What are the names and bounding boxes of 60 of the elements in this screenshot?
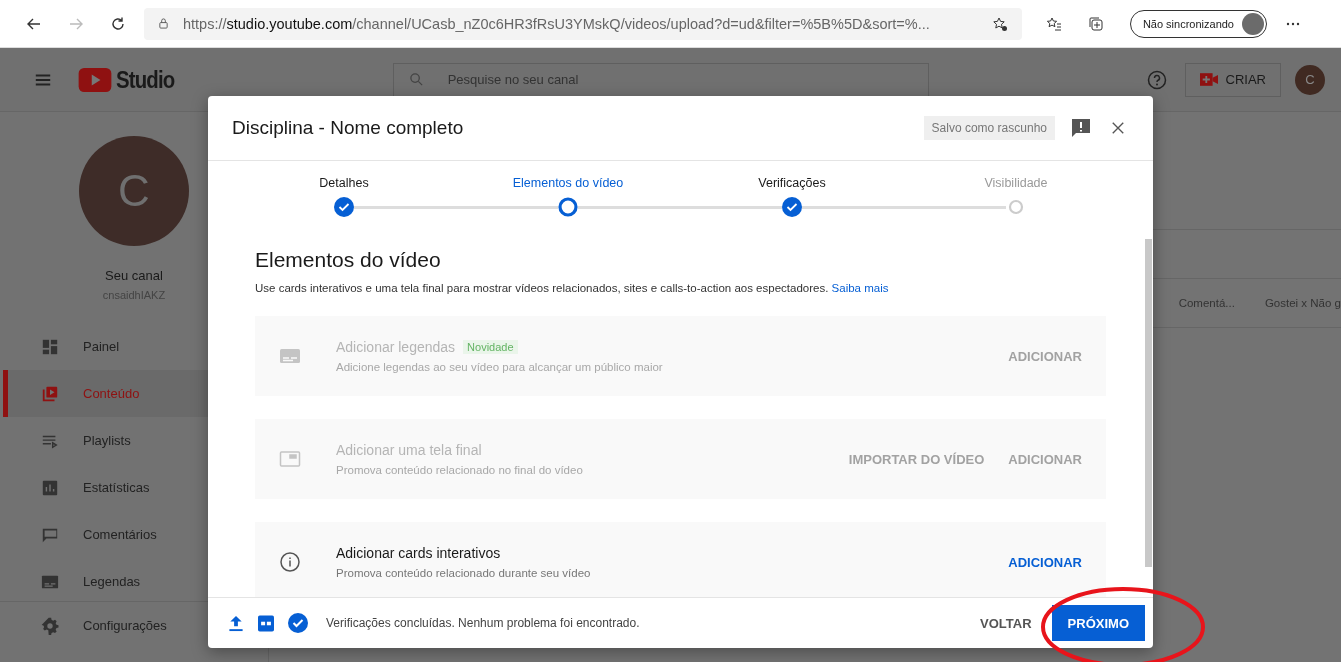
column-header[interactable]: Comentá... bbox=[1178, 297, 1235, 309]
card-subtitle: Adicione legendas ao seu vídeo para alcançar um público maior bbox=[336, 361, 664, 373]
sidebar-item[interactable]: Legendas bbox=[3, 558, 268, 605]
scrollbar-thumb[interactable] bbox=[1145, 239, 1152, 567]
info-icon bbox=[279, 551, 301, 573]
close-icon[interactable] bbox=[1111, 121, 1125, 135]
column-header[interactable]: Gostei x Não g bbox=[1264, 297, 1341, 309]
step-tab[interactable]: Detalhes bbox=[232, 176, 456, 217]
sidebar-item[interactable]: Playlists bbox=[3, 417, 268, 464]
avatar-icon bbox=[1242, 12, 1264, 35]
dashboard-icon bbox=[41, 337, 59, 356]
settings-icon bbox=[41, 616, 59, 635]
collections-icon[interactable] bbox=[1087, 15, 1104, 32]
circle-icon bbox=[558, 197, 578, 217]
learn-more-link[interactable]: Saiba mais bbox=[831, 282, 889, 294]
new-badge: Novidade bbox=[463, 340, 518, 354]
card-title: Adicionar legendas bbox=[336, 339, 456, 355]
section-description: Use cards interativos e uma tela final para mostrar vídeos relacionados, sites e calls-to-action aos espectadores. bbox=[255, 282, 829, 294]
sidebar-item[interactable]: Estatísticas bbox=[3, 464, 268, 511]
step-tab[interactable]: Verificações bbox=[680, 176, 904, 217]
checks-status-text: Verificações concluídas. Nenhum problema foi encontrado. bbox=[326, 616, 640, 630]
next-button[interactable]: PRÓXIMO bbox=[1051, 605, 1145, 641]
studio-logo-text: Studio bbox=[116, 65, 175, 94]
camera-plus-icon bbox=[1199, 73, 1218, 86]
back-button[interactable]: VOLTAR bbox=[974, 614, 1038, 632]
hd-icon bbox=[258, 614, 274, 632]
create-button[interactable]: CRIAR bbox=[1184, 62, 1281, 97]
check-circle-icon bbox=[334, 197, 354, 217]
card-subtitle: Promova conteúdo relacionado durante seu vídeo bbox=[336, 567, 592, 579]
upload-icon bbox=[228, 614, 244, 632]
favorites-icon[interactable] bbox=[1045, 15, 1062, 32]
circle-icon bbox=[1006, 197, 1026, 217]
account-avatar[interactable]: C bbox=[1295, 64, 1325, 95]
content-icon bbox=[41, 384, 59, 403]
card-subtitle: Promova conteúdo relacionado no final do vídeo bbox=[336, 464, 584, 476]
card-title: Adicionar cards interativos bbox=[336, 545, 501, 561]
play-logo-icon bbox=[78, 67, 112, 92]
address-bar[interactable]: https://studio.youtube.com/channel/UCasb_nZ0c6HR3fRsU3YMskQ/videos/upload?d=ud&filter=%5B%5D&sort=%... bbox=[144, 7, 1022, 40]
section-heading: Elementos do vídeo bbox=[255, 248, 442, 272]
check-circle-icon bbox=[288, 613, 308, 633]
step-tab[interactable]: Visibilidade bbox=[904, 176, 1128, 217]
help-icon[interactable] bbox=[1146, 69, 1167, 90]
star-add-icon[interactable] bbox=[991, 15, 1008, 32]
end-screen-icon bbox=[279, 448, 301, 470]
card-title: Adicionar uma tela final bbox=[336, 442, 482, 458]
feedback-icon[interactable] bbox=[1071, 118, 1091, 138]
channel-avatar: C bbox=[79, 136, 189, 246]
channel-name: Seu canal bbox=[105, 268, 163, 283]
search-icon bbox=[408, 71, 424, 87]
sidebar-item[interactable]: Painel bbox=[3, 323, 268, 370]
card-action-button[interactable]: ADICIONAR bbox=[1008, 554, 1082, 570]
stats-icon bbox=[41, 478, 59, 497]
sidebar-item[interactable]: Configurações bbox=[3, 602, 268, 649]
sidebar-item[interactable]: Comentários bbox=[3, 511, 268, 558]
reload-icon[interactable] bbox=[110, 15, 126, 32]
draft-status-chip: Salvo como rascunho bbox=[923, 116, 1055, 140]
step-tab[interactable]: Elementos do vídeo bbox=[456, 176, 680, 217]
dialog-title: Disciplina - Nome completo bbox=[232, 117, 464, 139]
lock-icon[interactable] bbox=[158, 17, 169, 30]
check-circle-icon bbox=[782, 197, 802, 217]
